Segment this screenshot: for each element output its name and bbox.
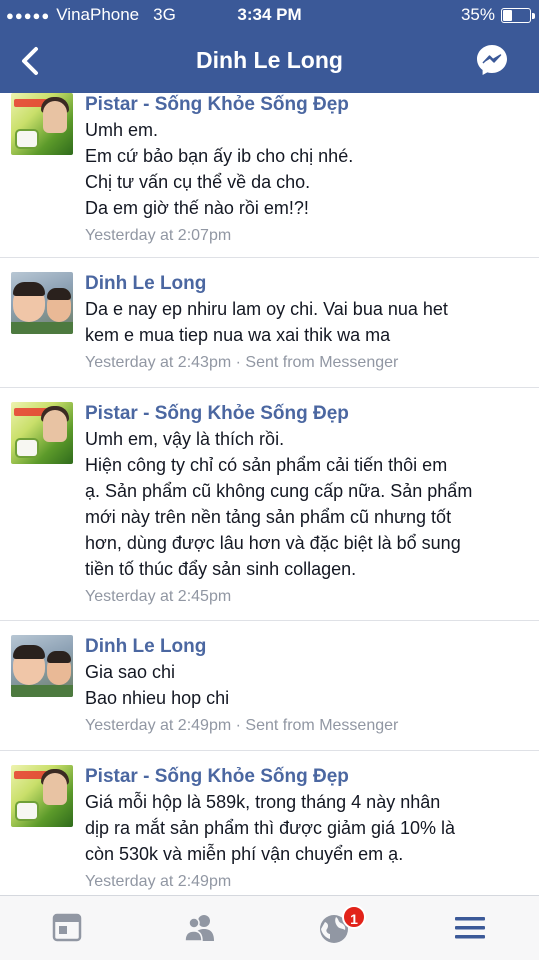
- message-item: Dinh Le Long Gia sao chi Bao nhieu hop c…: [0, 621, 539, 751]
- tab-friends[interactable]: [182, 911, 218, 945]
- message-timestamp: Yesterday at 2:43pm · Sent from Messenge…: [85, 354, 399, 371]
- status-bar: ●●●●● VinaPhone 3G 3:34 PM 35%: [0, 0, 539, 30]
- message-line: Da em giờ thế nào rồi em!?!: [85, 198, 309, 218]
- tab-bar: 1: [0, 895, 539, 960]
- avatar-dinh-le-long[interactable]: [11, 635, 73, 697]
- message-line: Gia sao chi: [85, 662, 176, 682]
- avatar-pistar[interactable]: [11, 402, 73, 464]
- nav-bar: Dinh Le Long: [0, 30, 539, 93]
- battery-percent: 35%: [460, 5, 495, 24]
- message-line: còn 530k và miễn phí vận chuyển em ạ.: [85, 844, 404, 864]
- avatar-pistar[interactable]: [11, 93, 73, 155]
- notification-badge: 1: [342, 905, 366, 929]
- message-line: ạ. Sản phẩm cũ không cung cấp nữa. Sản p…: [85, 481, 473, 501]
- message-line: dịp ra mắt sản phẩm thì được giảm giá 10…: [85, 818, 456, 838]
- message-line: Da e nay ep nhiru lam oy chi. Vai bua nu…: [85, 299, 448, 319]
- messenger-icon: [477, 45, 507, 75]
- message-timestamp: Yesterday at 2:49pm: [85, 873, 232, 890]
- tab-menu[interactable]: [452, 911, 488, 945]
- message-line: Umh em.: [85, 120, 159, 140]
- message-thread[interactable]: Pistar - Sống Khỏe Sống Đẹp Umh em. Em c…: [0, 93, 539, 895]
- sender-name[interactable]: Dinh Le Long: [85, 272, 206, 296]
- message-line: Giá mỗi hộp là 589k, trong tháng 4 này n…: [85, 792, 441, 812]
- menu-icon: [455, 917, 485, 939]
- message-line: tiền tố thúc đẩy sản sinh collagen.: [85, 559, 357, 579]
- message-line: Em cứ bảo bạn ấy ib cho chị nhé.: [85, 146, 354, 166]
- message-body: Da e nay ep nhiru lam oy chi. Vai bua nu…: [85, 296, 529, 348]
- news-feed-icon: [52, 913, 82, 942]
- tab-notifications[interactable]: 1: [316, 905, 366, 945]
- tab-news-feed[interactable]: [49, 911, 85, 945]
- message-timestamp: Yesterday at 2:45pm: [85, 588, 232, 605]
- conversation-title: Dinh Le Long: [196, 47, 343, 73]
- avatar-dinh-le-long[interactable]: [11, 272, 73, 334]
- status-time: 3:34 PM: [237, 5, 302, 24]
- battery-icon: [501, 7, 535, 23]
- sender-name[interactable]: Pistar - Sống Khỏe Sống Đẹp: [85, 93, 349, 117]
- message-line: Hiện công ty chỉ có sản phẩm cải tiến th…: [85, 455, 448, 475]
- message-line: Bao nhieu hop chi: [85, 688, 230, 708]
- message-item: Pistar - Sống Khỏe Sống Đẹp Giá mỗi hộp …: [0, 751, 539, 895]
- message-body: Giá mỗi hộp là 589k, trong tháng 4 này n…: [85, 789, 529, 867]
- header: ●●●●● VinaPhone 3G 3:34 PM 35% Dinh Le L…: [0, 0, 539, 93]
- message-line: Umh em, vậy là thích rồi.: [85, 429, 285, 449]
- sender-name[interactable]: Pistar - Sống Khỏe Sống Đẹp: [85, 402, 349, 426]
- message-body: Umh em, vậy là thích rồi. Hiện công ty c…: [85, 426, 529, 582]
- friends-icon: [184, 915, 214, 942]
- messenger-button[interactable]: [475, 43, 509, 77]
- message-item: Pistar - Sống Khỏe Sống Đẹp Umh em, vậy …: [0, 388, 539, 621]
- status-right: 35%: [460, 5, 535, 25]
- message-timestamp: Yesterday at 2:49pm · Sent from Messenge…: [85, 717, 399, 734]
- sender-name[interactable]: Dinh Le Long: [85, 635, 206, 659]
- message-line: hơn, dùng được lâu hơn và đặc biệt là bổ…: [85, 533, 461, 553]
- avatar-pistar[interactable]: [11, 765, 73, 827]
- message-line: kem e mua tiep nua wa xai thik wa ma: [85, 325, 391, 345]
- message-body: Gia sao chi Bao nhieu hop chi: [85, 659, 529, 711]
- message-line: mới này trên nền tảng sản phẩm cũ nhưng …: [85, 507, 452, 527]
- message-line: Chị tư vấn cụ thể về da cho.: [85, 172, 311, 192]
- message-item: Pistar - Sống Khỏe Sống Đẹp Umh em. Em c…: [0, 93, 539, 258]
- battery-fill: [503, 9, 512, 21]
- message-timestamp: Yesterday at 2:07pm: [85, 227, 232, 244]
- sender-name[interactable]: Pistar - Sống Khỏe Sống Đẹp: [85, 765, 349, 789]
- message-body: Umh em. Em cứ bảo bạn ấy ib cho chị nhé.…: [85, 117, 529, 221]
- message-item: Dinh Le Long Da e nay ep nhiru lam oy ch…: [0, 258, 539, 388]
